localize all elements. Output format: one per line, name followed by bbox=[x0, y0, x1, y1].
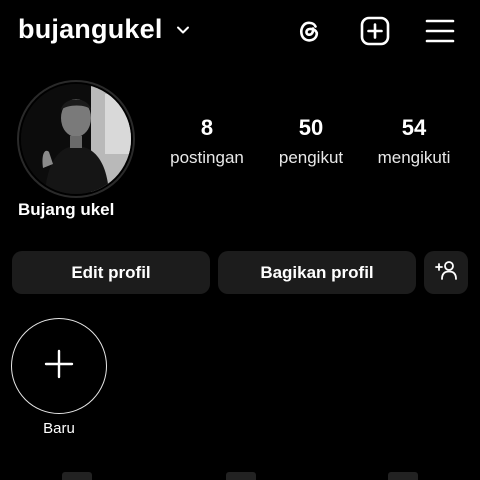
stat-posts[interactable]: 8 postingan bbox=[157, 116, 257, 168]
avatar bbox=[21, 84, 131, 194]
username-switcher[interactable]: bujangukel bbox=[18, 14, 163, 45]
edit-profile-button[interactable]: Edit profil bbox=[12, 251, 210, 294]
discover-people-button[interactable] bbox=[424, 251, 468, 294]
stat-following-label: mengikuti bbox=[377, 148, 451, 167]
stat-following[interactable]: 54 mengikuti bbox=[364, 116, 464, 168]
avatar-ring[interactable] bbox=[17, 80, 135, 198]
menu-icon[interactable] bbox=[423, 14, 457, 48]
stat-following-count: 54 bbox=[401, 115, 427, 140]
tab-reels-hint[interactable] bbox=[226, 472, 256, 480]
stat-posts-count: 8 bbox=[200, 115, 214, 140]
stat-followers[interactable]: 50 pengikut bbox=[261, 116, 361, 168]
display-name: Bujang ukel bbox=[18, 200, 115, 219]
add-person-icon bbox=[434, 258, 458, 287]
share-profile-button[interactable]: Bagikan profil bbox=[218, 251, 416, 294]
new-highlight-button[interactable] bbox=[11, 318, 107, 414]
chevron-down-icon[interactable] bbox=[176, 23, 190, 37]
stat-posts-label: postingan bbox=[170, 148, 244, 167]
threads-icon[interactable] bbox=[292, 14, 326, 48]
add-post-icon[interactable] bbox=[358, 14, 392, 48]
stat-followers-label: pengikut bbox=[278, 148, 344, 167]
plus-icon bbox=[44, 349, 74, 384]
tab-tagged-hint[interactable] bbox=[388, 472, 418, 480]
new-highlight-label: Baru bbox=[43, 420, 75, 437]
stat-followers-count: 50 bbox=[298, 115, 324, 140]
tab-grid-hint[interactable] bbox=[62, 472, 92, 480]
